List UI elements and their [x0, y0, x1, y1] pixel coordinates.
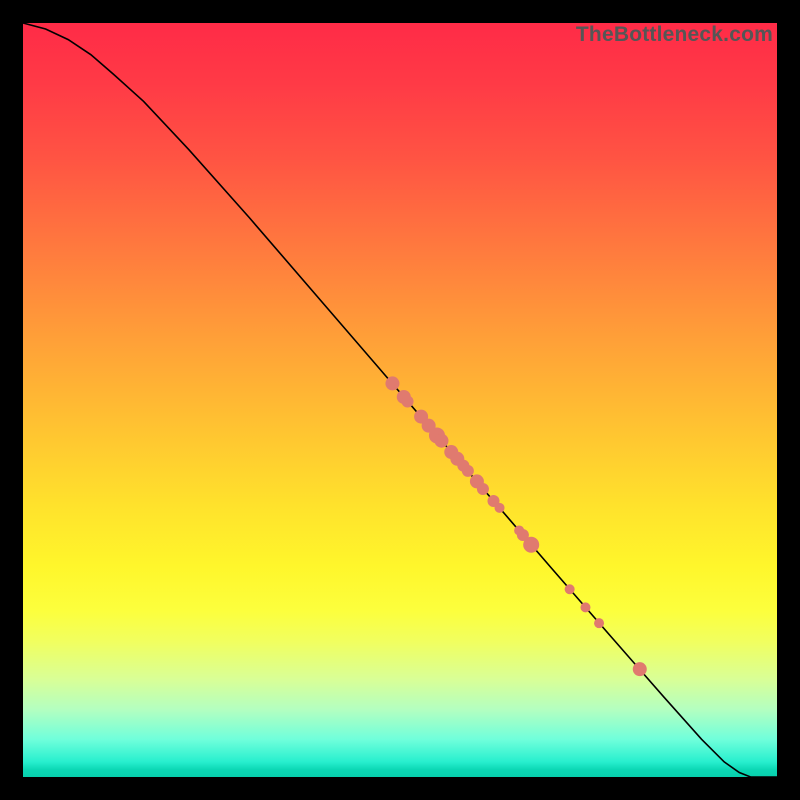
data-point [594, 618, 604, 628]
data-point [477, 483, 489, 495]
data-point [402, 396, 414, 408]
data-point [434, 434, 448, 448]
data-point [580, 602, 590, 612]
data-point [633, 662, 647, 676]
data-point [523, 537, 539, 553]
chart-overlay [23, 23, 777, 777]
data-point [565, 584, 575, 594]
data-point [385, 376, 399, 390]
data-point [462, 465, 474, 477]
chart-plot-area: TheBottleneck.com [23, 23, 777, 777]
data-point [495, 503, 505, 513]
